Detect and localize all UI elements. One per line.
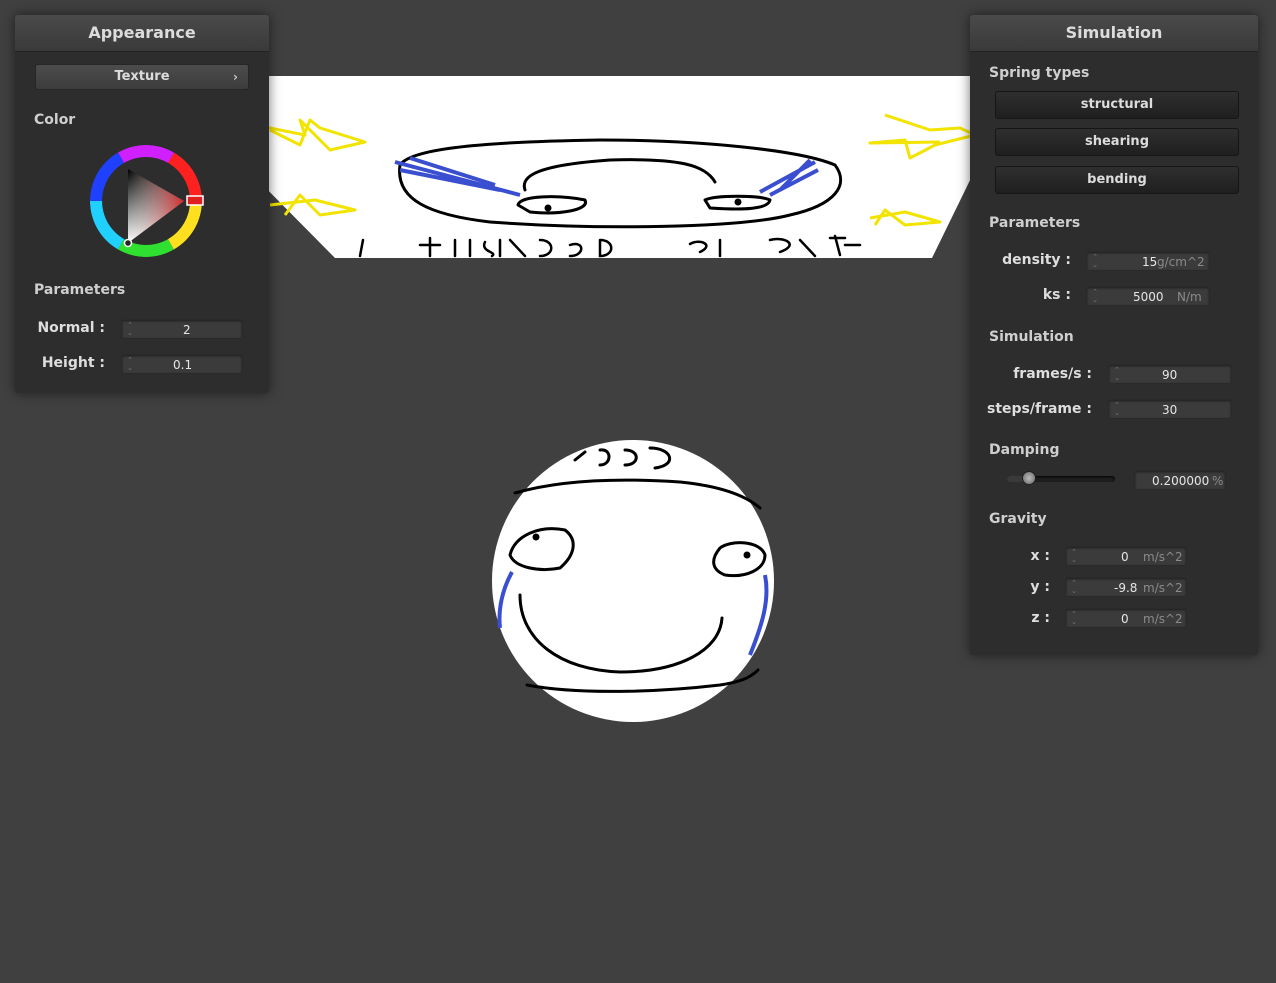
fps-input[interactable]: ⌃ ⌄ 90 xyxy=(1108,364,1232,384)
simulation-panel: Simulation Spring types structural shear… xyxy=(970,15,1258,655)
ks-label: ks : xyxy=(1042,287,1071,303)
gravity-x-label: x : xyxy=(1030,548,1050,564)
steps-value: 30 xyxy=(1162,403,1178,417)
structural-button[interactable]: structural xyxy=(995,91,1239,119)
density-value: 15 xyxy=(1142,255,1158,269)
height-input[interactable]: ⌃ ⌄ 0.1 xyxy=(121,354,243,374)
fps-label: frames/s : xyxy=(1013,366,1092,382)
chevron-right-icon: › xyxy=(233,70,238,84)
gravity-y-label: y : xyxy=(1030,579,1050,595)
appearance-panel-title: Appearance xyxy=(15,15,269,52)
cloth-mesh xyxy=(248,76,977,258)
damping-input[interactable]: 0.200000 % xyxy=(1134,470,1226,490)
texture-button[interactable]: Texture › xyxy=(35,64,249,90)
shearing-label: shearing xyxy=(1084,134,1149,149)
ks-unit: N/m xyxy=(1177,290,1202,304)
bending-button[interactable]: bending xyxy=(995,166,1239,194)
gravity-x-value: 0 xyxy=(1121,550,1129,564)
spinner-icon[interactable]: ⌃ ⌄ xyxy=(1069,610,1079,626)
normal-label: Normal : xyxy=(37,320,105,336)
damping-slider-knob[interactable] xyxy=(1021,471,1036,485)
color-wheel[interactable] xyxy=(88,143,204,259)
spinner-icon[interactable]: ⌃ ⌄ xyxy=(1069,548,1079,564)
appearance-parameters-label: Parameters xyxy=(34,282,126,298)
gravity-z-value: 0 xyxy=(1121,612,1129,626)
steps-input[interactable]: ⌃ ⌄ 30 xyxy=(1108,399,1232,419)
bending-label: bending xyxy=(1087,172,1147,187)
spinner-icon[interactable]: ⌃ ⌄ xyxy=(1112,366,1122,382)
appearance-panel: Appearance Texture › Color Parameters No… xyxy=(15,15,269,393)
damping-value: 0.200000 xyxy=(1152,474,1210,488)
sim-parameters-label: Parameters xyxy=(989,215,1081,231)
spring-types-label: Spring types xyxy=(989,65,1090,81)
texture-button-label: Texture xyxy=(114,69,170,84)
height-value: 0.1 xyxy=(173,358,193,372)
density-label: density : xyxy=(1002,252,1071,268)
spinner-icon[interactable]: ⌃ ⌄ xyxy=(1090,253,1100,269)
ks-input[interactable]: ⌃ ⌄ 5000 N/m xyxy=(1086,286,1210,306)
hue-selector[interactable] xyxy=(186,195,204,206)
ks-value: 5000 xyxy=(1133,290,1164,304)
fps-value: 90 xyxy=(1162,368,1178,382)
spinner-icon[interactable]: ⌃ ⌄ xyxy=(1112,401,1122,417)
spinner-icon[interactable]: ⌃ ⌄ xyxy=(125,356,135,372)
gravity-y-input[interactable]: ⌃ ⌄ -9.8 m/s^2 xyxy=(1065,577,1187,597)
color-selector[interactable] xyxy=(123,238,133,248)
normal-value: 2 xyxy=(183,323,191,337)
gravity-label: Gravity xyxy=(989,511,1047,527)
gravity-y-unit: m/s^2 xyxy=(1143,581,1183,595)
damping-unit: % xyxy=(1212,474,1224,488)
simulation-section-label: Simulation xyxy=(989,329,1074,345)
gravity-x-input[interactable]: ⌃ ⌄ 0 m/s^2 xyxy=(1065,546,1187,566)
gravity-y-value: -9.8 xyxy=(1114,581,1138,595)
sphere xyxy=(492,440,774,722)
gravity-z-label: z : xyxy=(1031,610,1050,626)
spinner-icon[interactable]: ⌃ ⌄ xyxy=(1090,288,1100,304)
structural-label: structural xyxy=(1080,97,1154,112)
density-unit: g/cm^2 xyxy=(1157,255,1205,269)
damping-label: Damping xyxy=(989,442,1060,458)
density-input[interactable]: ⌃ ⌄ 15 g/cm^2 xyxy=(1086,251,1210,271)
spinner-icon[interactable]: ⌃ ⌄ xyxy=(1069,579,1079,595)
gravity-z-input[interactable]: ⌃ ⌄ 0 m/s^2 xyxy=(1065,608,1187,628)
steps-label: steps/frame : xyxy=(987,401,1092,417)
gravity-z-unit: m/s^2 xyxy=(1143,612,1183,626)
color-section-label: Color xyxy=(34,112,76,128)
simulation-panel-title: Simulation xyxy=(970,15,1258,52)
gravity-x-unit: m/s^2 xyxy=(1143,550,1183,564)
damping-slider[interactable] xyxy=(1007,471,1115,485)
height-label: Height : xyxy=(41,355,105,371)
normal-input[interactable]: ⌃ ⌄ 2 xyxy=(121,319,243,339)
shearing-button[interactable]: shearing xyxy=(995,128,1239,156)
spinner-icon[interactable]: ⌃ ⌄ xyxy=(125,321,135,337)
